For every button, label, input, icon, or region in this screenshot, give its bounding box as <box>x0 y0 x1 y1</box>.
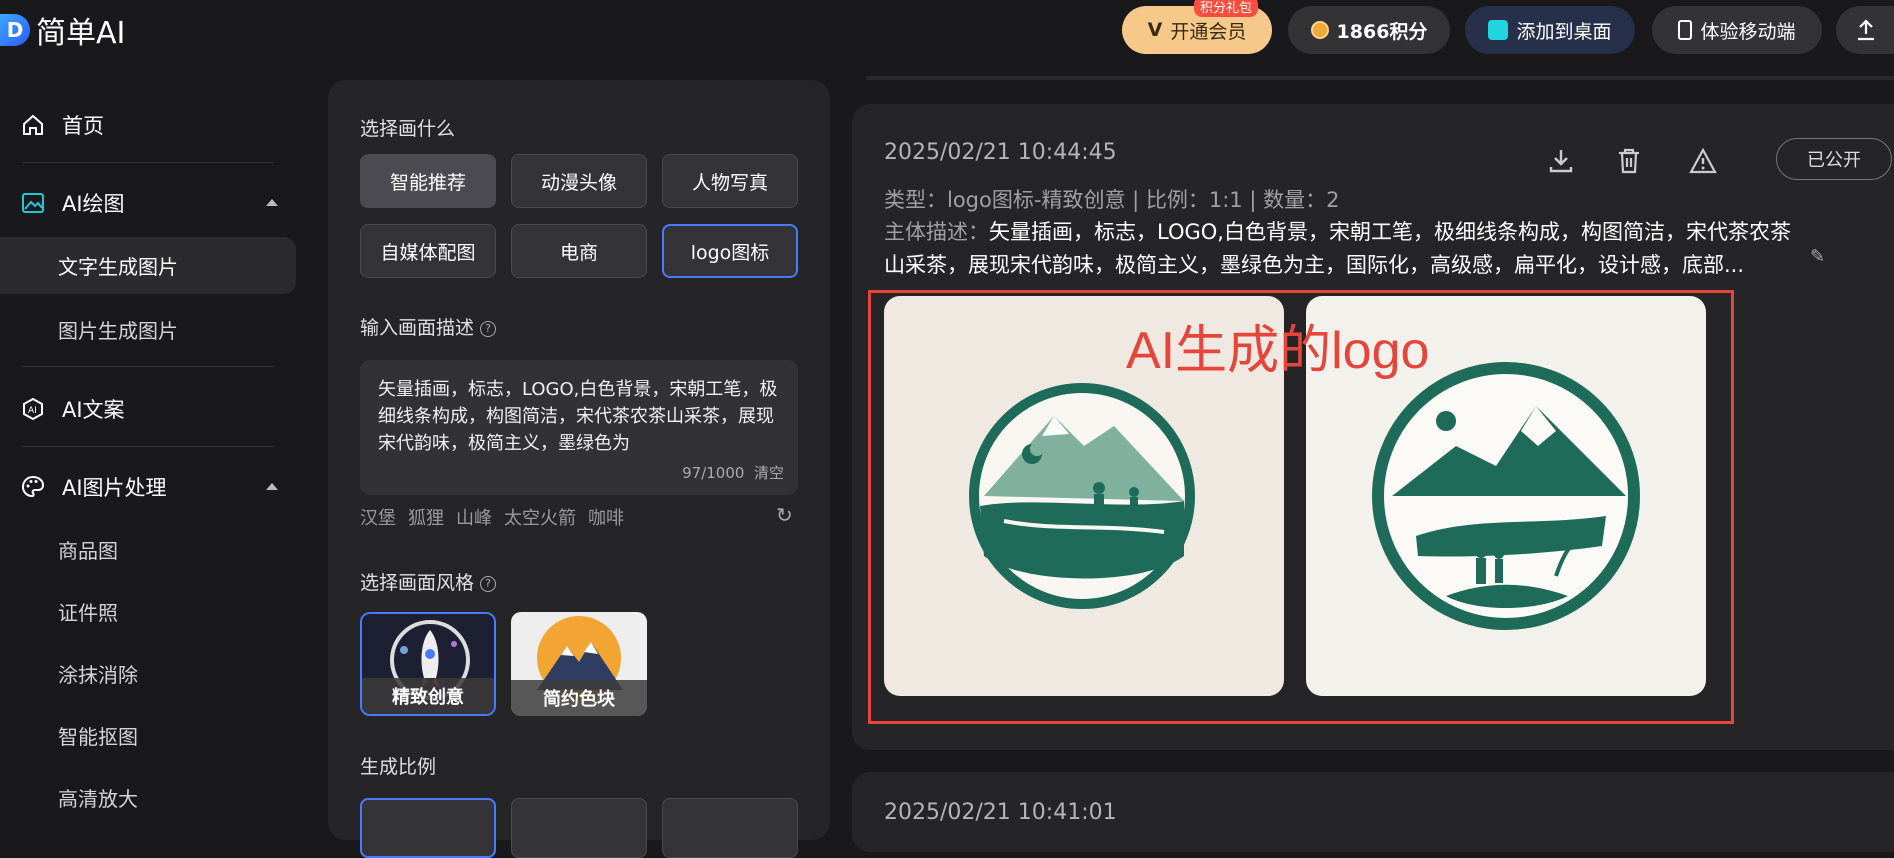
help-icon[interactable]: ? <box>480 320 497 337</box>
ratio-title: 生成比例 <box>360 756 437 778</box>
mobile-button[interactable]: 体验移动端 <box>1652 6 1822 54</box>
sidebar-item-upscale[interactable]: 高清放大 <box>58 783 138 812</box>
points-label: 1866积分 <box>1336 20 1428 43</box>
upload-icon <box>1858 19 1874 41</box>
category-ecommerce[interactable]: 电商 <box>511 224 647 278</box>
tag-item[interactable]: 汉堡 <box>360 504 396 530</box>
result-meta: 类型：logo图标-精致创意 | 比例：1:1 | 数量：2 <box>884 188 1340 212</box>
ratio-option[interactable] <box>360 798 496 858</box>
description-textarea[interactable]: 矢量插画，标志，LOGO,白色背景，宋朝工笔，极细线条构成，构图简洁，宋代茶农茶… <box>360 360 798 495</box>
add-to-desktop-button[interactable]: 添加到桌面 <box>1465 6 1635 54</box>
style-caption: 简约色块 <box>511 680 647 716</box>
result-card: 2025/02/21 10:44:45 类型：logo图标-精致创意 | 比例：… <box>852 104 1894 750</box>
vip-icon: V <box>1147 19 1163 41</box>
clear-button[interactable]: 清空 <box>754 464 784 482</box>
vip-label: 开通会员 <box>1170 20 1247 43</box>
sidebar-item-ai-draw[interactable]: AI绘图 <box>20 188 125 218</box>
result-date-next: 2025/02/21 10:41:01 <box>884 800 1117 825</box>
desc-count: 97/1000 <box>682 464 745 482</box>
coin-icon <box>1310 21 1329 39</box>
home-icon <box>20 112 46 138</box>
result-subject: 主体描述：矢量插画，标志，LOGO,白色背景，宋朝工笔，极细线条构成，构图简洁，… <box>884 216 1804 282</box>
sidebar-ai-image-proc-label: AI图片处理 <box>62 476 167 500</box>
sidebar-item-cutout[interactable]: 智能抠图 <box>58 721 138 750</box>
category-logo[interactable]: logo图标 <box>662 224 798 278</box>
annotation-label: AI生成的logo <box>1126 322 1430 380</box>
svg-text:AI: AI <box>28 406 37 416</box>
sidebar-item-text-to-image[interactable]: 文字生成图片 <box>0 237 296 294</box>
desc-counter-row: 97/1000 清空 <box>682 460 784 487</box>
style-title-row: 选择画面风格? <box>360 568 497 595</box>
phone-icon <box>1678 20 1693 40</box>
sidebar-home-label: 首页 <box>62 114 104 138</box>
category-portrait[interactable]: 人物写真 <box>662 154 798 208</box>
result-date: 2025/02/21 10:44:45 <box>884 140 1117 165</box>
palette-icon <box>20 474 46 500</box>
ai-copy-icon: AI <box>20 396 46 422</box>
generation-panel: 选择画什么 智能推荐 动漫头像 人物写真 自媒体配图 电商 logo图标 输入画… <box>328 80 830 858</box>
sidebar-ai-copy-label: AI文案 <box>62 398 125 422</box>
mobile-label: 体验移动端 <box>1700 20 1796 43</box>
result-card-next: 2025/02/21 10:41:01 <box>852 772 1894 852</box>
brand-logo[interactable]: D 简单AI <box>0 8 125 52</box>
help-icon[interactable]: ? <box>480 575 497 592</box>
brand-mark-icon: D <box>0 14 30 46</box>
collapse-caret-icon[interactable] <box>266 199 278 206</box>
sidebar-item-id-photo[interactable]: 证件照 <box>58 597 118 626</box>
image-icon <box>20 190 46 216</box>
sidebar-item-ai-copy[interactable]: AI AI文案 <box>20 394 125 424</box>
desc-title: 输入画面描述 <box>360 317 475 339</box>
description-text: 矢量插画，标志，LOGO,白色背景，宋朝工笔，极细线条构成，构图简洁，宋代茶农茶… <box>378 379 778 454</box>
suggestion-tags: 汉堡 狐狸 山峰 太空火箭 咖啡 <box>360 504 624 530</box>
style-option-flat[interactable]: 简约色块 <box>511 612 647 716</box>
points-button[interactable]: 1866积分 <box>1288 6 1450 54</box>
ratio-option[interactable] <box>662 798 798 858</box>
desc-title-row: 输入画面描述? <box>360 313 497 340</box>
style-title: 选择画面风格 <box>360 572 475 594</box>
brand-name: 简单AI <box>36 16 126 51</box>
upload-button[interactable] <box>1836 6 1894 54</box>
trash-icon[interactable] <box>1612 144 1646 178</box>
subject-text: 矢量插画，标志，LOGO,白色背景，宋朝工笔，极细线条构成，构图简洁，宋代茶农茶… <box>884 220 1791 277</box>
tag-item[interactable]: 狐狸 <box>408 504 444 530</box>
desktop-label: 添加到桌面 <box>1516 20 1612 43</box>
sidebar-ai-draw-label: AI绘图 <box>62 192 125 216</box>
tag-item[interactable]: 山峰 <box>456 504 492 530</box>
collapse-caret-icon[interactable] <box>266 483 278 490</box>
sidebar-item-product[interactable]: 商品图 <box>58 535 118 564</box>
sidebar-divider <box>22 366 274 367</box>
vip-badge: 积分礼包 <box>1193 0 1258 17</box>
tag-item[interactable]: 太空火箭 <box>504 504 576 530</box>
scroll-edge <box>866 76 1894 80</box>
vip-button[interactable]: V 开通会员 积分礼包 <box>1122 0 1272 54</box>
sidebar-divider <box>22 446 274 447</box>
category-media[interactable]: 自媒体配图 <box>360 224 496 278</box>
subject-label: 主体描述： <box>884 220 989 244</box>
sidebar-item-erase[interactable]: 涂抹消除 <box>58 659 138 688</box>
sidebar-divider <box>22 162 274 163</box>
category-smart[interactable]: 智能推荐 <box>360 154 496 208</box>
edit-icon[interactable]: ✎ <box>1810 246 1825 267</box>
ratio-option[interactable] <box>511 798 647 858</box>
style-option-refined[interactable]: 精致创意 <box>360 612 496 716</box>
tag-item[interactable]: 咖啡 <box>588 504 624 530</box>
download-icon[interactable] <box>1544 144 1578 178</box>
category-anime[interactable]: 动漫头像 <box>511 154 647 208</box>
style-caption: 精致创意 <box>362 678 494 714</box>
desktop-icon <box>1488 20 1509 40</box>
sidebar-item-image-to-image[interactable]: 图片生成图片 <box>58 315 178 344</box>
report-warning-icon[interactable] <box>1686 144 1720 178</box>
choose-title: 选择画什么 <box>360 118 456 140</box>
refresh-icon[interactable]: ↻ <box>776 503 793 527</box>
sidebar-item-ai-image-proc[interactable]: AI图片处理 <box>20 472 167 502</box>
sidebar-item-home[interactable]: 首页 <box>20 110 104 140</box>
public-status-button[interactable]: 已公开 <box>1776 138 1892 180</box>
